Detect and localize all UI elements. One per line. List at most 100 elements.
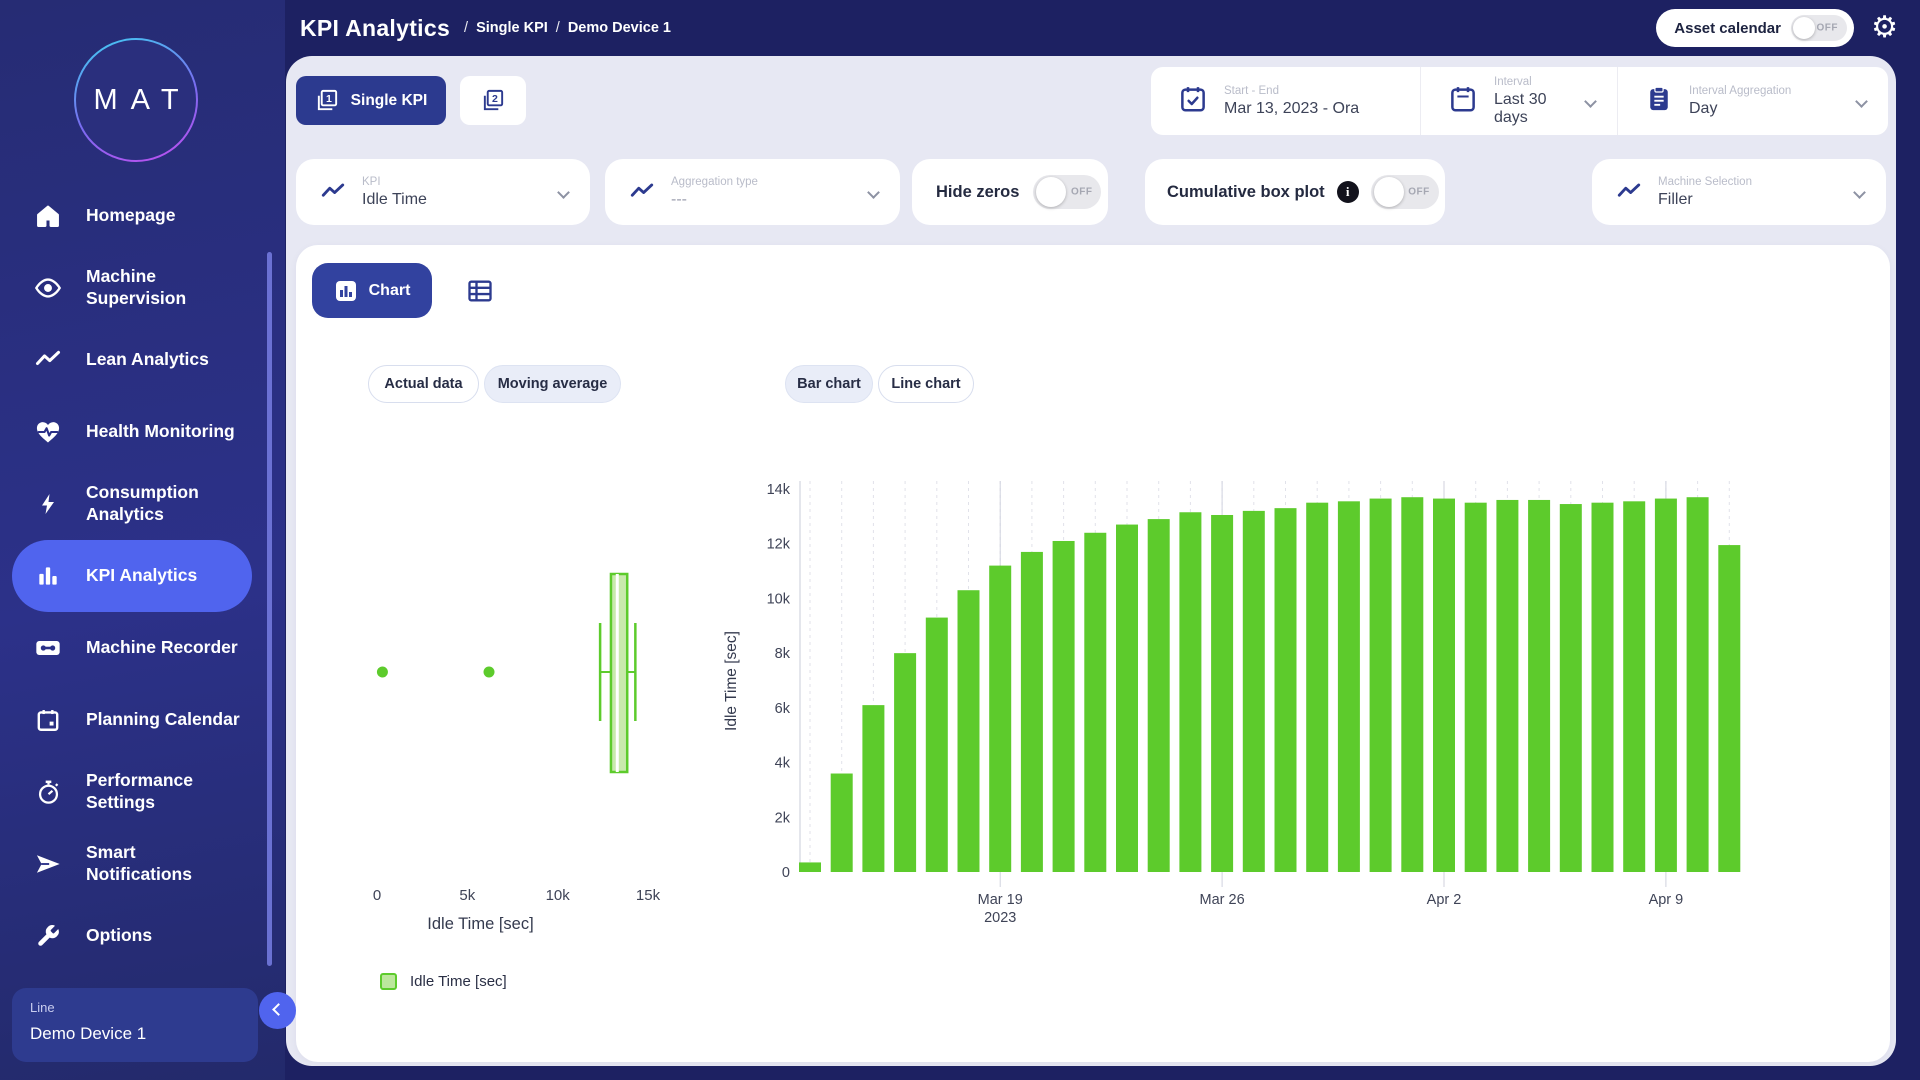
bar — [926, 618, 948, 872]
svg-text:5k: 5k — [459, 887, 475, 904]
calendar-icon — [34, 706, 62, 734]
sidebar-item-kpi-analytics[interactable]: KPI Analytics — [12, 540, 252, 612]
bar — [1179, 512, 1201, 872]
asset-calendar-label: Asset calendar — [1674, 20, 1781, 37]
chart-view-tab[interactable]: Chart — [312, 263, 432, 318]
sidebar-item-performance-settings[interactable]: Performance Settings — [12, 756, 252, 828]
bar — [1338, 501, 1360, 872]
bar — [1560, 504, 1582, 872]
bar — [958, 590, 980, 872]
interval-aggregation-label: Interval Aggregation — [1689, 85, 1791, 97]
sidebar-item-smart-notifications[interactable]: Smart Notifications — [12, 828, 252, 900]
trend-icon — [320, 179, 346, 205]
sidebar-menu: Homepage Machine Supervision Lean Analyt… — [0, 180, 285, 972]
interval-label: Interval — [1494, 76, 1570, 88]
bar — [1655, 499, 1677, 872]
trend-icon — [34, 346, 62, 374]
bar — [1243, 511, 1265, 872]
svg-text:0: 0 — [373, 887, 381, 904]
trend-icon — [1616, 179, 1642, 205]
bar — [1433, 499, 1455, 872]
outlier-point — [484, 667, 495, 678]
clipboard-icon — [1645, 85, 1673, 118]
sidebar-item-planning-calendar[interactable]: Planning Calendar — [12, 684, 252, 756]
moving-average-chip[interactable]: Moving average — [484, 365, 621, 403]
chart-tab-icon — [334, 279, 358, 303]
machine-selection-select[interactable]: Machine Selection Filler — [1592, 159, 1886, 225]
sidebar-item-consumption-analytics[interactable]: Consumption Analytics — [12, 468, 252, 540]
aggregation-type-select[interactable]: Aggregation type --- — [605, 159, 900, 225]
info-icon[interactable]: i — [1337, 181, 1359, 203]
sidebar-item-homepage[interactable]: Homepage — [12, 180, 252, 252]
toggle-state-label: OFF — [1071, 187, 1093, 198]
start-end-field[interactable]: Start - End Mar 13, 2023 - Ora — [1151, 67, 1420, 135]
bar — [894, 653, 916, 872]
svg-text:2: 2 — [492, 93, 498, 105]
cumulative-box-plot-switch[interactable]: OFF — [1371, 175, 1439, 209]
legend-swatch — [380, 973, 397, 990]
actual-data-chip[interactable]: Actual data — [368, 365, 479, 403]
hide-zeros-control: Hide zeros OFF — [912, 159, 1108, 225]
sidebar-scrollbar[interactable] — [267, 252, 272, 966]
svg-text:1: 1 — [326, 93, 332, 105]
svg-text:12k: 12k — [767, 537, 791, 553]
settings-gear-icon[interactable]: ⚙ — [1871, 10, 1898, 46]
bar — [831, 774, 853, 872]
interval-value: Last 30 days — [1494, 91, 1570, 127]
svg-text:15k: 15k — [636, 887, 661, 904]
box-plot-chart[interactable]: 05k10k15kIdle Time [sec] — [296, 455, 736, 945]
bolt-icon — [34, 490, 62, 518]
sidebar-item-machine-recorder[interactable]: Machine Recorder — [12, 612, 252, 684]
asset-calendar-toggle-pill[interactable]: Asset calendar OFF — [1656, 9, 1854, 47]
aggregation-type-label: Aggregation type — [671, 176, 758, 188]
chart-legend[interactable]: Idle Time [sec] — [380, 973, 507, 990]
toggle-state-label: OFF — [1817, 23, 1839, 34]
bar — [1275, 508, 1297, 872]
wrench-icon — [34, 922, 62, 950]
home-icon — [34, 202, 62, 230]
calendar-check-icon — [1178, 84, 1208, 119]
mat-logo-text: MAT — [80, 84, 191, 117]
breadcrumb-single-kpi[interactable]: Single KPI — [476, 20, 548, 36]
chevron-down-icon — [867, 186, 880, 199]
bar — [1592, 503, 1614, 872]
chevron-down-icon — [1584, 95, 1597, 108]
toggle-knob — [1793, 17, 1815, 39]
bar-chart-chip[interactable]: Bar chart — [785, 365, 873, 403]
kpi-select[interactable]: KPI Idle Time — [296, 159, 590, 225]
multi-kpi-tab[interactable]: 2 — [460, 76, 526, 125]
sidebar-item-machine-supervision[interactable]: Machine Supervision — [12, 252, 252, 324]
sidebar-collapse-button[interactable] — [259, 992, 296, 1029]
bar-chart[interactable]: Mar 192023Mar 26Apr 2Apr 902k4k6k8k10k12… — [716, 455, 1900, 955]
start-end-label: Start - End — [1224, 85, 1359, 97]
bar — [1021, 552, 1043, 872]
svg-text:Idle Time [sec]: Idle Time [sec] — [427, 915, 533, 933]
trend-icon — [629, 179, 655, 205]
svg-text:Mar 19: Mar 19 — [978, 892, 1023, 908]
sidebar-item-options[interactable]: Options — [12, 900, 252, 972]
svg-text:2023: 2023 — [984, 910, 1016, 926]
line-chart-chip[interactable]: Line chart — [878, 365, 974, 403]
interval-aggregation-field[interactable]: Interval Aggregation Day — [1617, 67, 1888, 135]
bar — [1496, 500, 1518, 872]
chevron-down-icon — [1853, 186, 1866, 199]
single-kpi-tab[interactable]: 1 Single KPI — [296, 76, 446, 125]
bar — [989, 566, 1011, 872]
bar — [862, 705, 884, 872]
sidebar-item-lean-analytics[interactable]: Lean Analytics — [12, 324, 252, 396]
asset-calendar-switch[interactable]: OFF — [1791, 15, 1847, 41]
bar — [1528, 500, 1550, 872]
page-title: KPI Analytics — [300, 15, 450, 42]
sidebar: MAT Homepage Machine Supervision Lean An… — [0, 0, 285, 1080]
selected-device-card[interactable]: Line Demo Device 1 — [12, 988, 258, 1062]
sidebar-item-health-monitoring[interactable]: Health Monitoring — [12, 396, 252, 468]
single-kpi-icon: 1 — [315, 88, 340, 113]
interval-field[interactable]: Interval Last 30 days — [1420, 67, 1617, 135]
table-view-tab[interactable] — [458, 270, 502, 312]
table-icon — [465, 277, 495, 305]
svg-text:Apr 9: Apr 9 — [1649, 892, 1684, 908]
hide-zeros-switch[interactable]: OFF — [1033, 175, 1101, 209]
bar — [1623, 501, 1645, 872]
breadcrumb-demo-device[interactable]: Demo Device 1 — [568, 20, 671, 36]
machine-selection-value: Filler — [1658, 191, 1752, 209]
